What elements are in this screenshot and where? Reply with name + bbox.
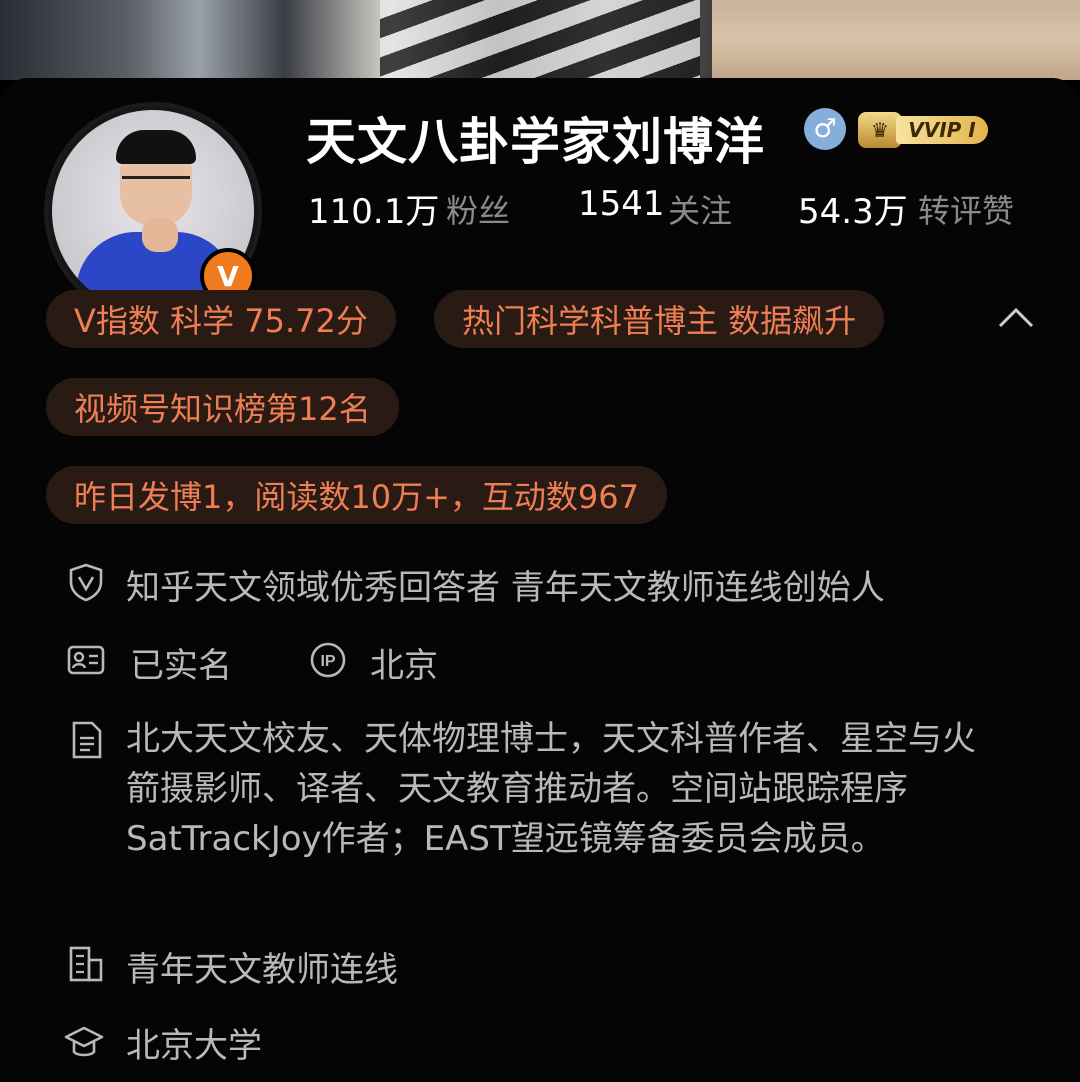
- svg-text:IP: IP: [320, 653, 335, 670]
- document-icon: [72, 721, 102, 759]
- graduation-cap-icon: [64, 1026, 104, 1057]
- v-index-tag[interactable]: V指数 科学 75.72分: [46, 290, 396, 348]
- school-text: 北京大学: [126, 1026, 262, 1066]
- company-text: 青年天文教师连线: [126, 950, 398, 990]
- engagement-count: 54.3万: [798, 192, 908, 232]
- hot-blogger-tag[interactable]: 热门科学科普博主 数据飙升: [434, 290, 885, 348]
- ip-location-text: 北京: [370, 646, 438, 686]
- male-gender-icon: ♂: [804, 108, 846, 150]
- collapse-chevron-up-icon[interactable]: [996, 302, 1036, 332]
- verified-shield-icon: [69, 563, 103, 602]
- followers-label: 粉丝: [446, 192, 511, 230]
- vvip-badge[interactable]: ♛ VVIP I: [858, 112, 992, 148]
- video-ranking-tag[interactable]: 视频号知识榜第12名: [46, 378, 399, 436]
- ip-location-icon: IP: [310, 642, 346, 678]
- following-count: 1541: [578, 184, 665, 224]
- verification-text: 知乎天文领域优秀回答者 青年天文教师连线创始人: [126, 568, 885, 608]
- engagement-label: 转评赞: [918, 192, 1015, 230]
- profile-name: 天文八卦学家刘博洋: [306, 113, 765, 171]
- vip-level-label: VVIP I: [896, 116, 988, 144]
- bio-text: 北大天文校友、天体物理博士，天文科普作者、星空与火箭摄影师、译者、天文教育推动者…: [126, 719, 976, 859]
- building-icon: [69, 946, 103, 982]
- following-label: 关注: [668, 192, 733, 230]
- yesterday-stats-tag[interactable]: 昨日发博1，阅读数10万+，互动数967: [46, 466, 667, 524]
- cover-photo[interactable]: [0, 0, 1080, 80]
- followers-count: 110.1万: [308, 192, 440, 232]
- real-name-status: 已实名: [130, 646, 232, 686]
- profile-card: V 天文八卦学家刘博洋 ♂ ♛ VVIP I 110.1万 粉丝 1541 关注…: [0, 78, 1080, 1082]
- id-card-icon: [67, 645, 105, 675]
